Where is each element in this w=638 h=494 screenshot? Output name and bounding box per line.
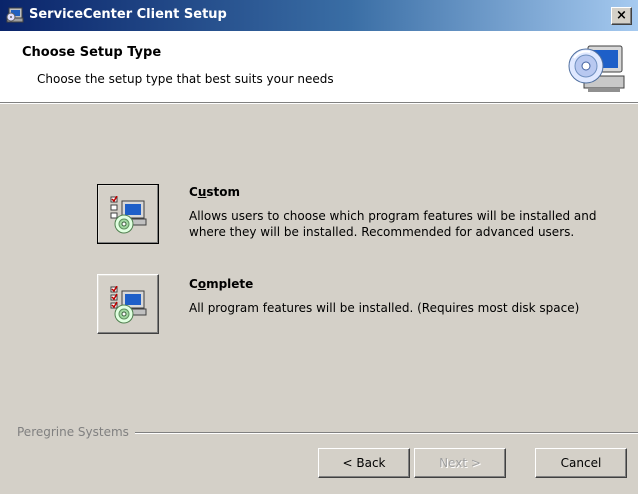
installer-icon [6,7,24,23]
cancel-button[interactable]: Cancel [535,448,627,478]
custom-setup-icon [110,196,147,234]
custom-setup-button[interactable] [97,184,159,244]
next-button[interactable]: Next > [414,448,506,478]
close-icon: × [616,8,627,23]
complete-setup-icon [110,286,147,324]
complete-option-title: Complete [189,277,254,291]
computer-disc-icon [568,45,625,92]
header-banner: Choose Setup Type Choose the setup type … [0,31,638,104]
page-subtitle: Choose the setup type that best suits yo… [37,72,334,86]
title-bar[interactable]: ServiceCenter Client Setup × [0,0,638,31]
complete-setup-button[interactable] [97,274,159,334]
back-button[interactable]: < Back [318,448,410,478]
close-button[interactable]: × [611,7,632,25]
page-title: Choose Setup Type [22,45,162,60]
custom-option-title: Custom [189,185,240,199]
setup-window: ServiceCenter Client Setup × Choose Setu… [0,0,638,494]
custom-option-description: Allows users to choose which program fea… [189,209,597,239]
brand-label: Peregrine Systems [17,425,135,439]
complete-option-description: All program features will be installed. … [189,301,580,315]
window-title: ServiceCenter Client Setup [29,7,227,22]
